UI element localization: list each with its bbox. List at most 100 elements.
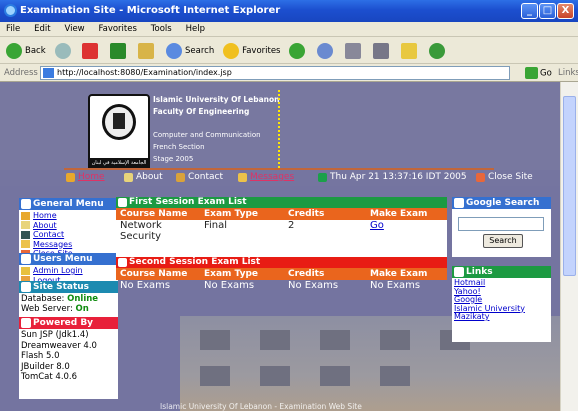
menu-tools[interactable]: Tools bbox=[151, 24, 172, 34]
stop-button[interactable] bbox=[82, 43, 101, 59]
building-window bbox=[200, 366, 230, 386]
powered-item: Flash 5.0 bbox=[21, 351, 60, 361]
vertical-scrollbar[interactable] bbox=[560, 82, 578, 411]
site-status-header: Site Status bbox=[19, 281, 118, 293]
go-button[interactable]: Go bbox=[525, 67, 552, 79]
refresh-icon bbox=[110, 43, 127, 59]
webserver-value: On bbox=[75, 304, 89, 314]
building-window bbox=[260, 366, 290, 386]
faculty-name: Faculty Of Engineering bbox=[153, 107, 250, 116]
history-button[interactable] bbox=[289, 43, 308, 59]
contact-icon bbox=[21, 230, 30, 239]
column-header: Make Exam bbox=[366, 268, 447, 280]
menu-item-contact[interactable]: Contact bbox=[21, 230, 118, 240]
key-icon bbox=[21, 266, 30, 275]
menu-item-admin-login[interactable]: Admin Login bbox=[21, 266, 118, 276]
google-search-panel: Google Search Search bbox=[452, 197, 551, 257]
messenger-button[interactable] bbox=[428, 43, 448, 59]
section-name: French Section bbox=[153, 143, 205, 151]
menu-item-messages[interactable]: Messages bbox=[21, 240, 118, 250]
table-header-row: Course Name Exam Type Credits Make Exam bbox=[116, 208, 447, 220]
table-cell: No Exams bbox=[120, 280, 171, 291]
nav-datetime: Thu Apr 21 13:37:16 IDT 2005 bbox=[318, 172, 467, 182]
nav-home-link[interactable]: Home bbox=[78, 172, 105, 182]
column-header: Course Name bbox=[116, 268, 200, 280]
menu-messages-link[interactable]: Messages bbox=[33, 240, 72, 250]
page-footer: Islamic University Of Lebanon - Examinat… bbox=[160, 402, 362, 411]
webserver-status: Web Server: On bbox=[21, 304, 118, 314]
close-window-button[interactable]: X bbox=[557, 3, 574, 19]
stage-label: Stage 2005 bbox=[153, 155, 194, 163]
nav-close-site[interactable]: Close Site bbox=[476, 172, 533, 182]
google-search-button[interactable]: Search bbox=[483, 234, 523, 248]
nav-messages[interactable]: Messages bbox=[238, 172, 294, 182]
menu-edit[interactable]: Edit bbox=[34, 24, 50, 34]
refresh-button[interactable] bbox=[110, 43, 129, 59]
column-header: Make Exam bbox=[366, 208, 447, 220]
list-icon bbox=[118, 198, 127, 207]
menu-favorites[interactable]: Favorites bbox=[99, 24, 137, 34]
menu-item-about[interactable]: About bbox=[21, 221, 118, 231]
powered-by-title: Powered By bbox=[33, 318, 94, 328]
webserver-label: Web Server: bbox=[21, 304, 73, 314]
scrollbar-thumb[interactable] bbox=[563, 96, 576, 276]
nav-about-label: About bbox=[136, 172, 163, 182]
maximize-button[interactable]: □ bbox=[539, 3, 556, 19]
menu-home-link[interactable]: Home bbox=[33, 211, 57, 221]
university-name: Islamic University Of Lebanon bbox=[153, 95, 280, 104]
google-icon bbox=[454, 198, 464, 208]
nav-messages-link[interactable]: Messages bbox=[250, 172, 294, 182]
links-toolbar-label[interactable]: Links bbox=[558, 68, 578, 78]
database-value: Online bbox=[67, 294, 99, 304]
menu-about-link[interactable]: About bbox=[33, 221, 57, 231]
folder-button[interactable] bbox=[400, 43, 420, 59]
menu-item-home[interactable]: Home bbox=[21, 211, 118, 221]
folder-icon bbox=[400, 43, 417, 59]
menu-icon bbox=[21, 199, 31, 209]
menu-help[interactable]: Help bbox=[186, 24, 205, 34]
home-button[interactable] bbox=[138, 43, 157, 59]
exam-type-cell: Final bbox=[204, 220, 228, 231]
powered-item: Sun JSP (Jdk1.4) bbox=[21, 330, 89, 340]
search-button[interactable]: Search bbox=[166, 43, 214, 59]
print-button[interactable] bbox=[345, 43, 364, 59]
nav-home[interactable]: Home bbox=[66, 172, 105, 182]
forward-button[interactable] bbox=[54, 43, 74, 59]
page-viewport: الجامعة الإسلامية في لبنان Islamic Unive… bbox=[0, 82, 560, 411]
close-icon bbox=[476, 172, 485, 182]
users-icon bbox=[21, 254, 31, 264]
address-label: Address bbox=[4, 68, 38, 78]
column-header: Exam Type bbox=[200, 208, 284, 220]
second-session-table: Course Name Exam Type Credits Make Exam … bbox=[116, 268, 447, 291]
menu-view[interactable]: View bbox=[64, 24, 84, 34]
admin-login-link[interactable]: Admin Login bbox=[33, 266, 83, 276]
print-icon bbox=[345, 43, 362, 59]
site-status-title: Site Status bbox=[33, 282, 90, 292]
home-icon bbox=[66, 172, 75, 182]
minimize-button[interactable]: _ bbox=[521, 3, 538, 19]
make-exam-link[interactable]: Go bbox=[370, 220, 384, 231]
edit-button[interactable] bbox=[373, 43, 392, 59]
favorites-button[interactable]: Favorites bbox=[223, 43, 281, 59]
menu-file[interactable]: File bbox=[6, 24, 20, 34]
nav-contact[interactable]: Contact bbox=[176, 172, 223, 182]
nav-about[interactable]: About bbox=[124, 172, 163, 182]
search-label: Search bbox=[185, 46, 215, 56]
arrow-icon bbox=[318, 172, 327, 182]
menu-contact-link[interactable]: Contact bbox=[33, 230, 64, 240]
mail-icon bbox=[317, 43, 334, 59]
calligraphy-decoration bbox=[278, 90, 288, 172]
nav-close-label: Close Site bbox=[488, 172, 533, 182]
google-search-header: Google Search bbox=[452, 197, 551, 209]
mail-button[interactable] bbox=[317, 43, 336, 59]
powered-item: JBuilder 8.0 bbox=[21, 361, 70, 372]
messenger-icon bbox=[428, 43, 445, 59]
mail-icon bbox=[21, 240, 30, 249]
link-mazikaty[interactable]: Mazikaty bbox=[454, 312, 490, 322]
address-input[interactable]: http://localhost:8080/Examination/index.… bbox=[40, 66, 510, 80]
status-icon bbox=[21, 282, 31, 292]
back-button[interactable]: Back bbox=[6, 43, 46, 59]
google-search-input[interactable] bbox=[458, 217, 544, 231]
datetime-label: Thu Apr 21 13:37:16 IDT 2005 bbox=[330, 172, 467, 182]
content-area: General Menu Home About Contact Messages… bbox=[0, 186, 560, 411]
